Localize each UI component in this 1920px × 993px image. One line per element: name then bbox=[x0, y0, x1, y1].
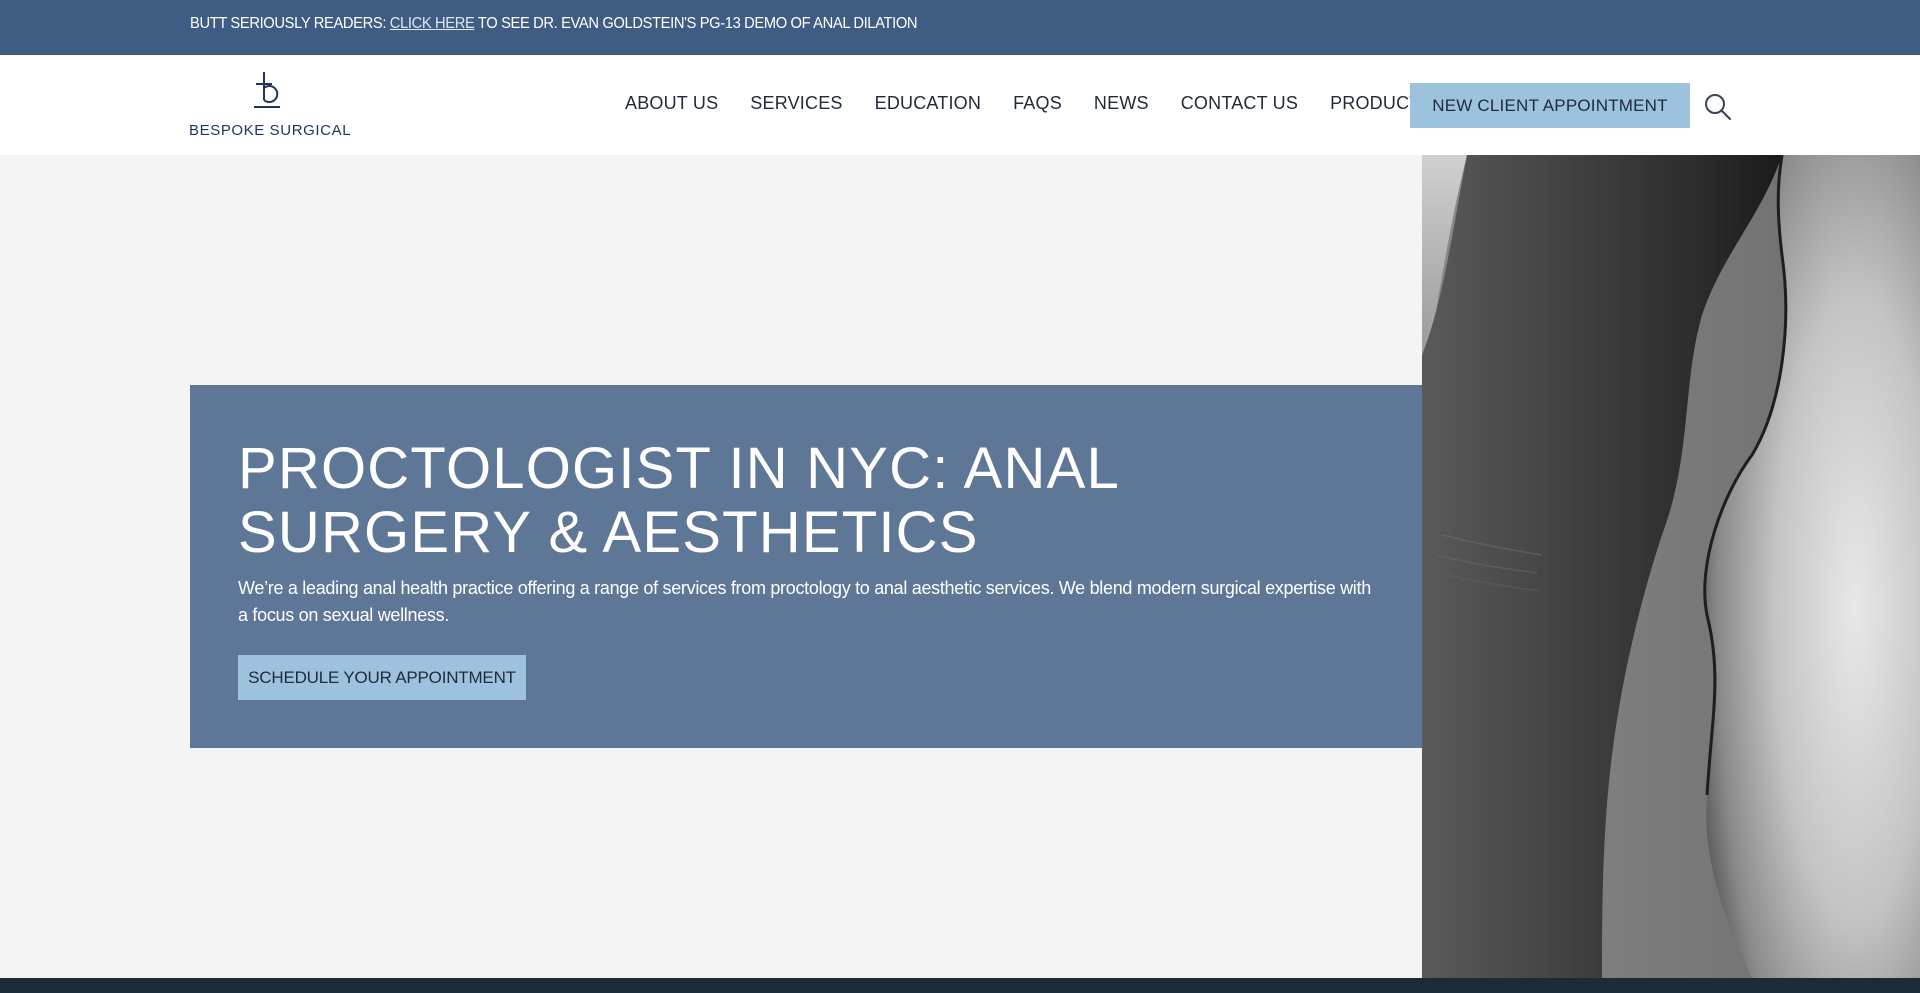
hero-photo-graphic bbox=[1422, 155, 1920, 978]
hero-card: PROCTOLOGIST IN NYC: ANAL SURGERY & AEST… bbox=[190, 385, 1422, 748]
hero-description: We’re a leading anal health practice off… bbox=[238, 578, 1371, 625]
logo-text: BESPOKE SURGICAL bbox=[189, 122, 352, 139]
announcement-prefix: BUTT SERIOUSLY READERS: bbox=[190, 15, 387, 32]
hero-section: PROCTOLOGIST IN NYC: ANAL SURGERY & AEST… bbox=[0, 155, 1920, 978]
new-client-appointment-button[interactable]: NEW CLIENT APPOINTMENT bbox=[1410, 83, 1690, 128]
nav-item-education[interactable]: EDUCATION bbox=[875, 93, 981, 114]
footer-strip bbox=[0, 978, 1920, 993]
announcement-suffix: TO SEE DR. EVAN GOLDSTEIN'S PG-13 DEMO O… bbox=[477, 15, 918, 32]
hero-title: PROCTOLOGIST IN NYC: ANAL SURGERY & AEST… bbox=[238, 436, 1118, 565]
schedule-appointment-button[interactable]: SCHEDULE YOUR APPOINTMENT bbox=[238, 655, 526, 700]
main-nav: ABOUT US SERVICES EDUCATION FAQS NEWS CO… bbox=[625, 93, 1465, 114]
nav-item-services[interactable]: SERVICES bbox=[750, 93, 842, 114]
search-icon[interactable] bbox=[1704, 93, 1732, 121]
logo[interactable]: BESPOKE SURGICAL bbox=[188, 70, 353, 142]
nav-item-contact-us[interactable]: CONTACT US bbox=[1181, 93, 1298, 114]
nav-item-faqs[interactable]: FAQS bbox=[1013, 93, 1062, 114]
site-header: BESPOKE SURGICAL ABOUT US SERVICES EDUCA… bbox=[0, 55, 1920, 155]
announcement-bar: BUTT SERIOUSLY READERS: CLICK HERE TO SE… bbox=[0, 0, 1920, 55]
nav-item-news[interactable]: NEWS bbox=[1094, 93, 1149, 114]
announcement-link[interactable]: CLICK HERE bbox=[390, 15, 475, 32]
b-monogram-icon bbox=[254, 72, 280, 108]
nav-item-about-us[interactable]: ABOUT US bbox=[625, 93, 718, 114]
hero-photo bbox=[1422, 155, 1920, 978]
announcement-text: BUTT SERIOUSLY READERS: CLICK HERE TO SE… bbox=[190, 15, 918, 33]
